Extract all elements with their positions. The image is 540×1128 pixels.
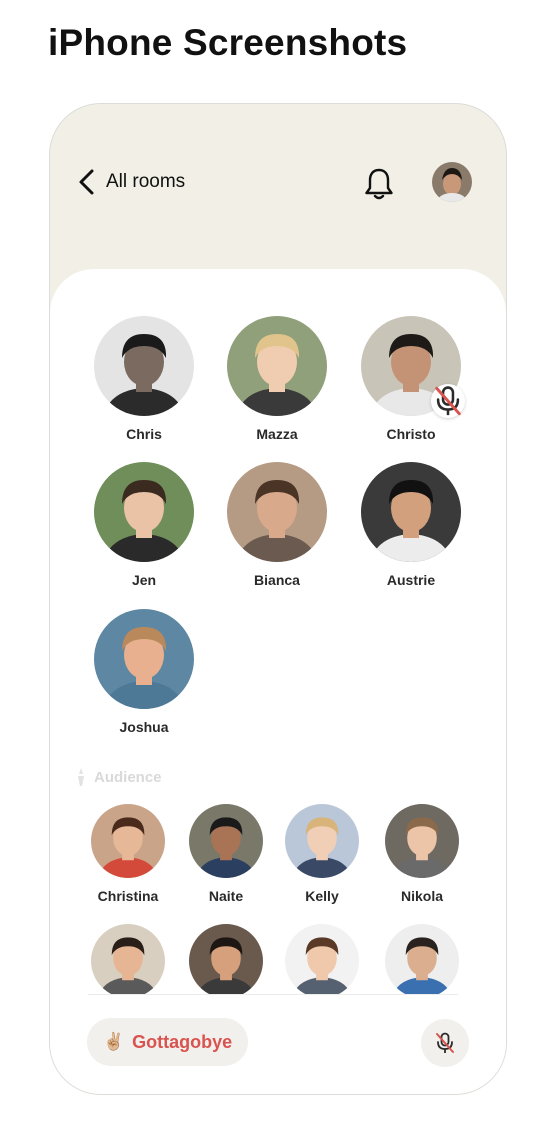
speaker-name: Chris	[126, 426, 162, 442]
page-title: iPhone Screenshots	[48, 22, 408, 63]
speaker-tile[interactable]: Bianca	[217, 462, 337, 588]
audience-name: Kelly	[305, 888, 339, 904]
audience-section-label: Audience	[72, 766, 162, 788]
speaker-tile[interactable]: Jen	[84, 462, 204, 588]
avatar	[361, 316, 465, 418]
mute-toggle-button[interactable]	[421, 1019, 469, 1067]
bell-icon[interactable]	[362, 166, 396, 202]
speaker-tile[interactable]: Christo	[351, 316, 471, 442]
audience-member[interactable]: Christina	[80, 804, 176, 904]
speaker-tile[interactable]: Joshua	[84, 609, 204, 735]
room-header: All rooms	[50, 104, 506, 269]
speaker-tile[interactable]: Mazza	[217, 316, 337, 442]
mic-off-icon	[436, 1032, 454, 1053]
audience-row	[50, 924, 506, 994]
avatar	[189, 924, 263, 994]
mic-off-icon	[431, 384, 465, 418]
audience-member[interactable]: Kelly	[274, 804, 370, 904]
avatar	[91, 804, 165, 878]
avatar	[285, 804, 359, 878]
audience-member[interactable]: Naite	[178, 804, 274, 904]
back-label: All rooms	[106, 171, 186, 192]
party-popper-icon	[78, 768, 84, 786]
audience-member[interactable]	[374, 924, 470, 994]
avatar	[94, 316, 194, 416]
audience-name: Nikola	[400, 888, 443, 904]
profile-avatar[interactable]	[432, 162, 472, 202]
avatar	[361, 462, 461, 562]
avatar	[227, 462, 327, 562]
avatar	[385, 924, 459, 994]
audience-member[interactable]	[274, 924, 370, 994]
avatar	[91, 924, 165, 994]
avatar	[94, 462, 194, 562]
peace-hand-icon: ✌🏼	[103, 1032, 125, 1051]
avatar	[94, 609, 194, 709]
footer-divider	[88, 994, 458, 995]
speaker-name: Jen	[131, 572, 157, 588]
avatar	[385, 804, 459, 878]
room-sheet: Chris Mazza Christo Jen Bianca Austrie Joshua …	[50, 269, 506, 1094]
speaker-name: Bianca	[254, 572, 300, 588]
all-rooms-back-button[interactable]: All rooms	[76, 166, 185, 198]
chevron-left-icon	[79, 169, 94, 195]
speaker-tile[interactable]: Austrie	[351, 462, 471, 588]
leave-room-label: Gottagobye	[132, 1031, 233, 1052]
audience-name: Naite	[208, 888, 244, 904]
audience-member[interactable]: Nikola	[374, 804, 470, 904]
speaker-name: Mazza	[256, 426, 298, 442]
speaker-tile[interactable]: Chris	[84, 316, 204, 442]
phone-frame: All rooms Chris Mazza Christo Jen Bianca Aust…	[49, 103, 507, 1095]
avatar	[189, 804, 263, 878]
leave-room-button[interactable]: ✌🏼 Gottagobye	[87, 1018, 249, 1066]
speaker-name: Joshua	[119, 719, 169, 735]
audience-name: Christina	[97, 888, 159, 904]
audience-member[interactable]	[80, 924, 176, 994]
audience-member[interactable]	[178, 924, 274, 994]
avatar	[285, 924, 359, 994]
avatar	[227, 316, 327, 416]
speaker-name: Austrie	[386, 572, 436, 588]
